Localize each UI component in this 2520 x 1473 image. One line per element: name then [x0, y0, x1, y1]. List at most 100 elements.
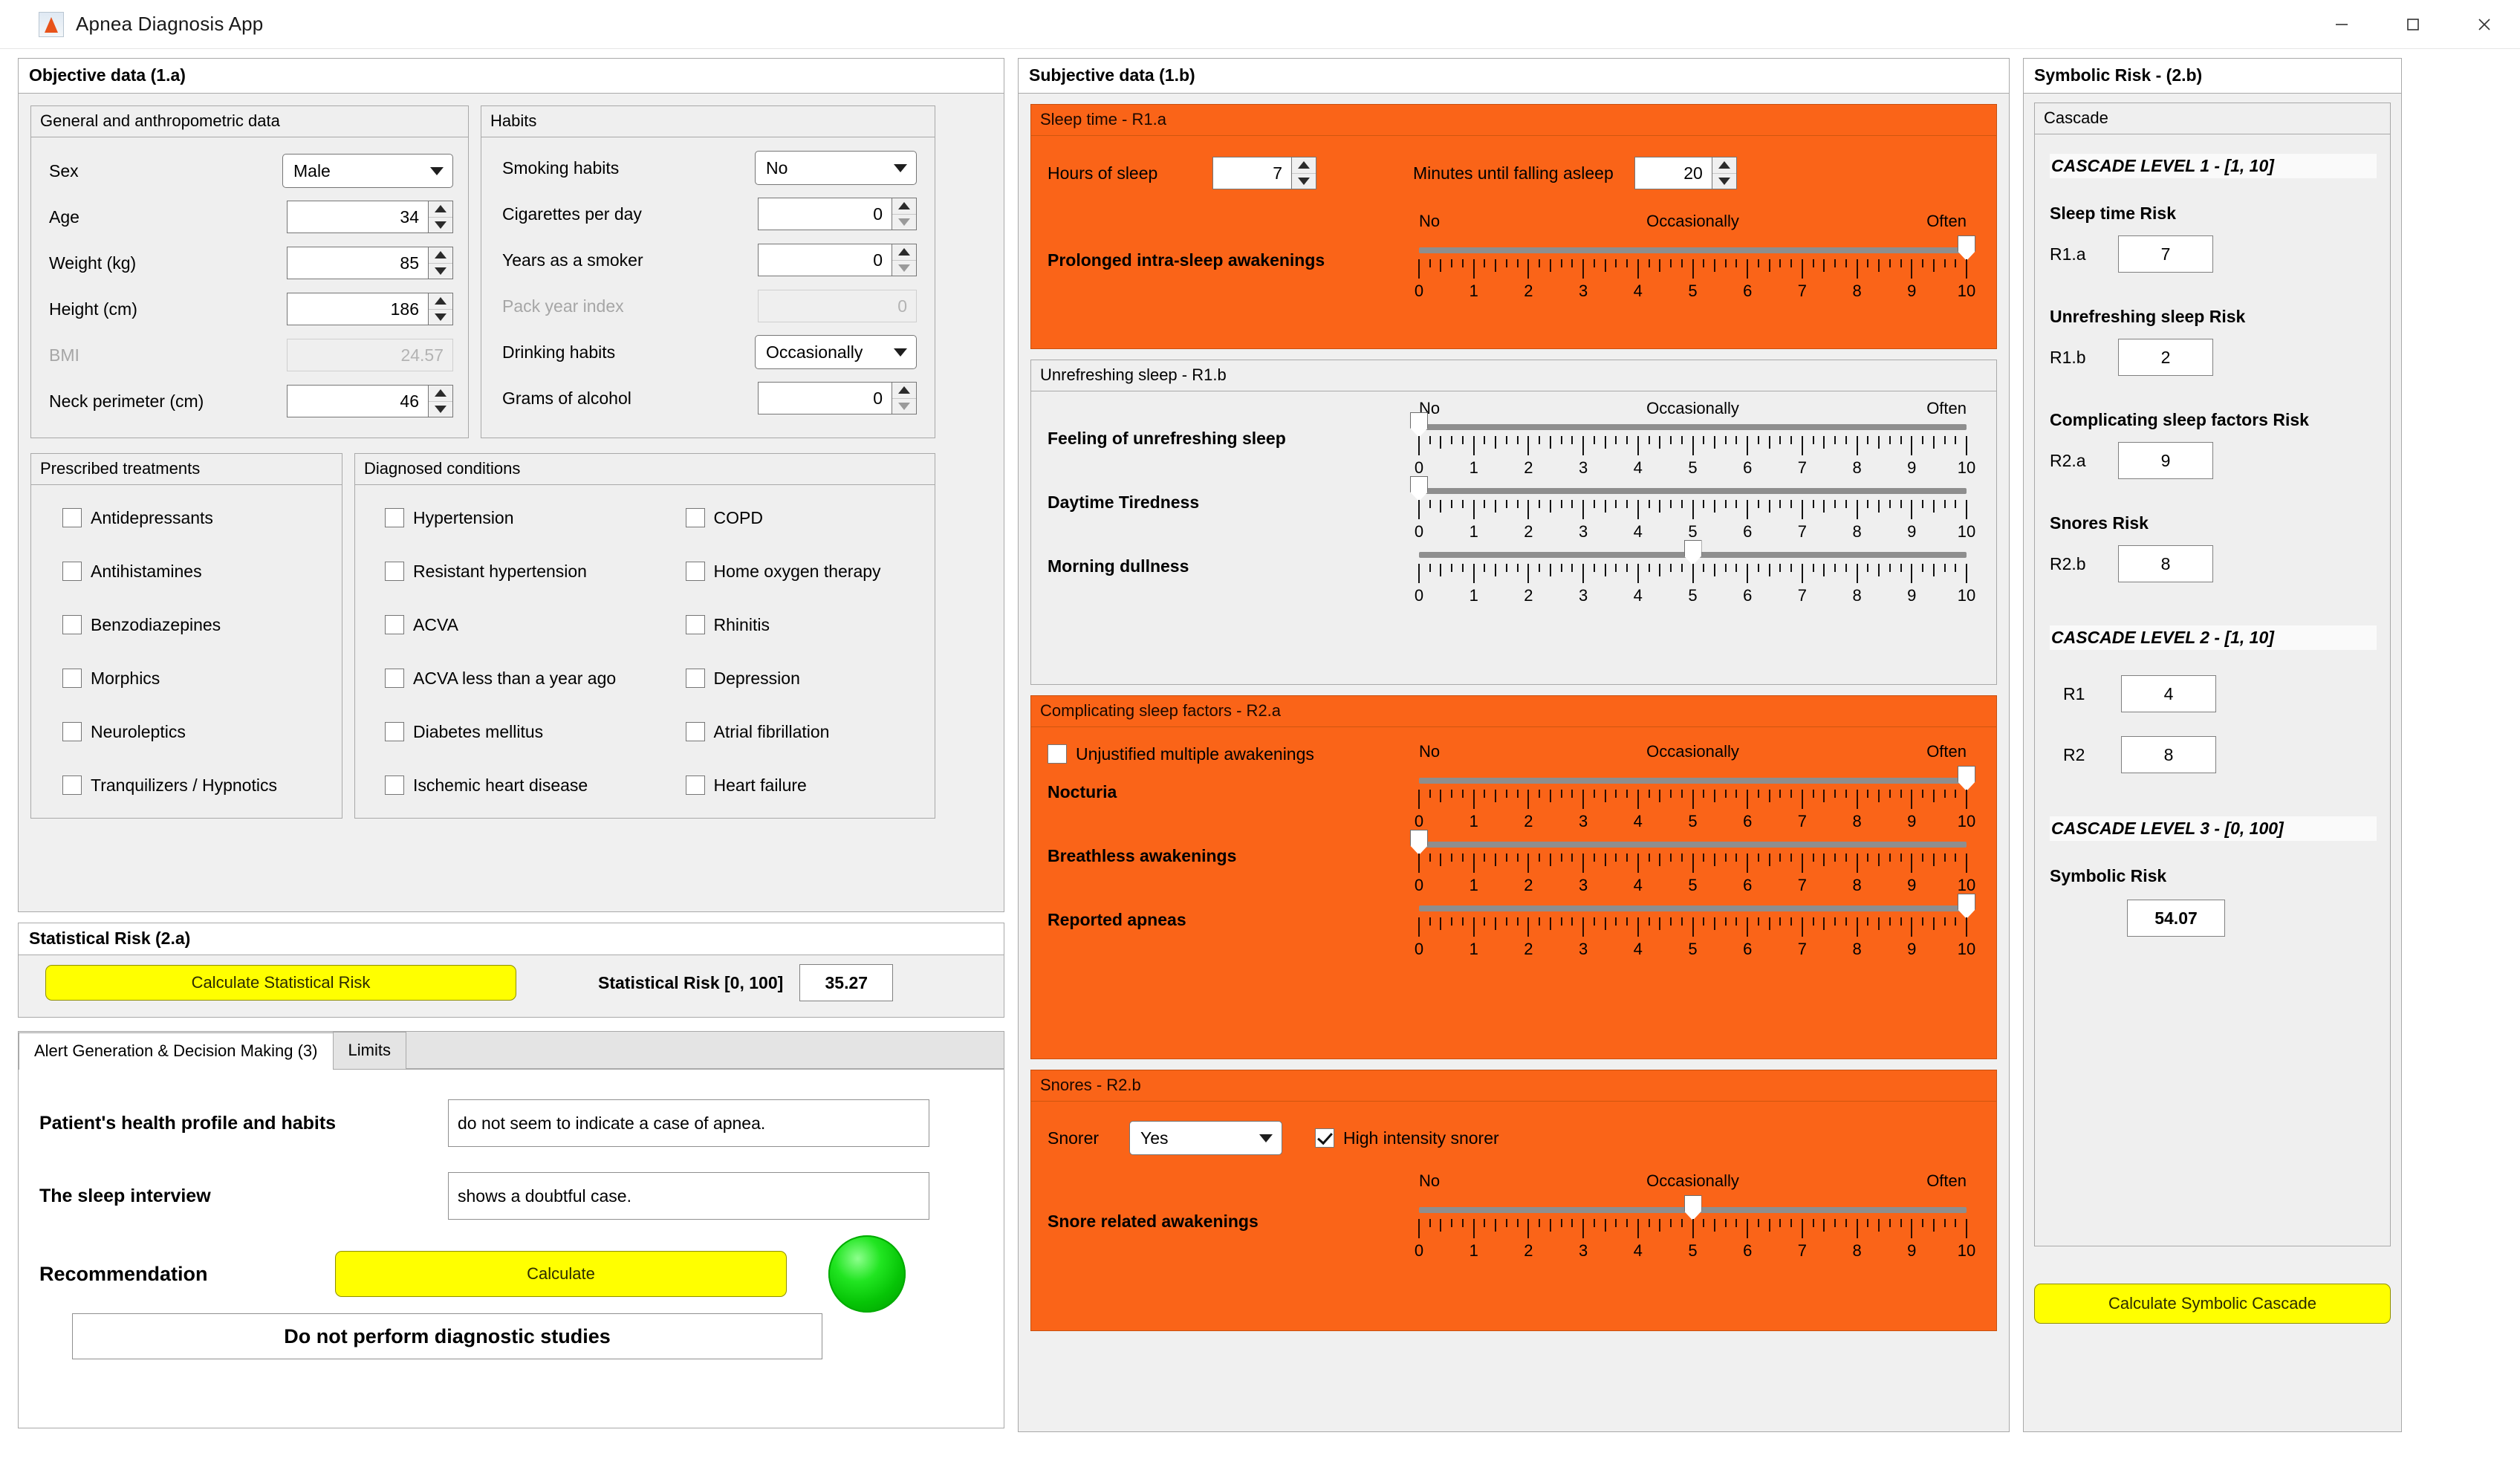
- alcohol-spinner-down[interactable]: [892, 399, 916, 414]
- checkbox-neuroleptics[interactable]: Neuroleptics: [62, 705, 342, 758]
- hours-of-sleep-spinner[interactable]: 7: [1212, 157, 1316, 189]
- neck-perimeter-spinner-up[interactable]: [429, 386, 452, 402]
- checkbox-icon[interactable]: [385, 615, 404, 634]
- checkbox-icon[interactable]: [62, 722, 82, 741]
- height-spinner-down[interactable]: [429, 310, 452, 325]
- hours-spinner-buttons[interactable]: [1291, 157, 1316, 189]
- age-spinner-buttons[interactable]: [428, 201, 453, 233]
- tab-alert-generation[interactable]: Alert Generation & Decision Making (3): [19, 1033, 334, 1070]
- minimize-icon[interactable]: [2306, 0, 2377, 49]
- checkbox-icon[interactable]: [1048, 744, 1067, 764]
- alcohol-spinner-buttons[interactable]: [892, 382, 917, 414]
- checkbox-icon[interactable]: [62, 775, 82, 795]
- alcohol-spinner-up[interactable]: [892, 383, 916, 399]
- slider-thumb[interactable]: [1958, 766, 1975, 791]
- checkbox-high-intensity-snorer[interactable]: High intensity snorer: [1315, 1128, 1499, 1148]
- minutes-until-falling-asleep-spinner[interactable]: 20: [1634, 157, 1737, 189]
- age-spinner-up[interactable]: [429, 201, 452, 218]
- slider-track[interactable]: [1419, 905, 1967, 911]
- close-icon[interactable]: [2449, 0, 2520, 49]
- maximize-icon[interactable]: [2377, 0, 2449, 49]
- checkbox-copd[interactable]: COPD: [686, 491, 935, 544]
- hours-spinner-up[interactable]: [1292, 157, 1316, 174]
- checkbox-icon[interactable]: [686, 508, 705, 527]
- checkbox-atrial-fibrillation[interactable]: Atrial fibrillation: [686, 705, 935, 758]
- checkbox-icon[interactable]: [686, 615, 705, 634]
- neck-perimeter-input[interactable]: 46: [287, 385, 428, 417]
- slider-thumb[interactable]: [1958, 894, 1975, 919]
- snorer-dropdown[interactable]: Yes: [1129, 1121, 1282, 1155]
- years-smoker-spinner-down[interactable]: [892, 261, 916, 276]
- smoking-habits-dropdown[interactable]: No: [755, 151, 917, 185]
- calculate-statistical-risk-button[interactable]: Calculate Statistical Risk: [45, 965, 516, 1001]
- cigarettes-per-day-input[interactable]: 0: [758, 198, 892, 230]
- height-input[interactable]: 186: [287, 293, 428, 325]
- neck-perimeter-spinner-down[interactable]: [429, 402, 452, 417]
- age-spinner[interactable]: 34: [287, 201, 453, 233]
- height-spinner-up[interactable]: [429, 293, 452, 310]
- years-smoker-spinner-buttons[interactable]: [892, 244, 917, 276]
- neck-perimeter-spinner-buttons[interactable]: [428, 385, 453, 417]
- minutes-spinner-up[interactable]: [1712, 157, 1736, 174]
- hours-of-sleep-input[interactable]: 7: [1212, 157, 1291, 189]
- slider-prolonged-intra-sleep-awakenings[interactable]: [1419, 247, 1967, 253]
- checkbox-icon[interactable]: [62, 562, 82, 581]
- checkbox-home-oxygen-therapy[interactable]: Home oxygen therapy: [686, 544, 935, 598]
- sex-dropdown[interactable]: Male: [282, 154, 453, 188]
- checkbox-depression[interactable]: Depression: [686, 651, 935, 705]
- checkbox-hypertension[interactable]: Hypertension: [385, 491, 686, 544]
- slider-track[interactable]: [1419, 488, 1967, 494]
- calculate-symbolic-cascade-button[interactable]: Calculate Symbolic Cascade: [2034, 1284, 2391, 1324]
- checkbox-icon[interactable]: [1315, 1128, 1334, 1148]
- checkbox-tranquilizers-hypnotics[interactable]: Tranquilizers / Hypnotics: [62, 758, 342, 812]
- checkbox-rhinitis[interactable]: Rhinitis: [686, 598, 935, 651]
- slider-morning-dullness[interactable]: [1419, 552, 1967, 558]
- slider-track[interactable]: [1419, 778, 1967, 784]
- weight-spinner-up[interactable]: [429, 247, 452, 264]
- slider-feeling-of-unrefreshing-sleep[interactable]: [1419, 424, 1967, 430]
- slider-track[interactable]: [1419, 424, 1967, 430]
- slider-thumb[interactable]: [1958, 235, 1975, 261]
- checkbox-icon[interactable]: [686, 722, 705, 741]
- checkbox-icon[interactable]: [686, 669, 705, 688]
- grams-of-alcohol-spinner[interactable]: 0: [758, 382, 917, 414]
- height-spinner-buttons[interactable]: [428, 293, 453, 325]
- checkbox-icon[interactable]: [385, 562, 404, 581]
- checkbox-antihistamines[interactable]: Antihistamines: [62, 544, 342, 598]
- checkbox-icon[interactable]: [385, 722, 404, 741]
- checkbox-acva[interactable]: ACVA: [385, 598, 686, 651]
- slider-nocturia[interactable]: [1419, 778, 1967, 784]
- checkbox-heart-failure[interactable]: Heart failure: [686, 758, 935, 812]
- checkbox-icon[interactable]: [62, 508, 82, 527]
- weight-spinner[interactable]: 85: [287, 247, 453, 279]
- checkbox-acva-less-than-year[interactable]: ACVA less than a year ago: [385, 651, 686, 705]
- slider-daytime-tiredness[interactable]: [1419, 488, 1967, 494]
- minutes-input[interactable]: 20: [1634, 157, 1712, 189]
- checkbox-unjustified-multiple-awakenings[interactable]: Unjustified multiple awakenings: [1048, 735, 1419, 773]
- weight-spinner-down[interactable]: [429, 264, 452, 279]
- slider-thumb[interactable]: [1684, 1195, 1702, 1220]
- height-spinner[interactable]: 186: [287, 293, 453, 325]
- checkbox-icon[interactable]: [385, 508, 404, 527]
- calculate-recommendation-button[interactable]: Calculate: [335, 1251, 787, 1297]
- checkbox-morphics[interactable]: Morphics: [62, 651, 342, 705]
- years-as-smoker-input[interactable]: 0: [758, 244, 892, 276]
- checkbox-icon[interactable]: [62, 669, 82, 688]
- years-smoker-spinner-up[interactable]: [892, 244, 916, 261]
- checkbox-icon[interactable]: [385, 669, 404, 688]
- slider-reported-apneas[interactable]: [1419, 905, 1967, 911]
- checkbox-icon[interactable]: [62, 615, 82, 634]
- checkbox-ischemic-heart-disease[interactable]: Ischemic heart disease: [385, 758, 686, 812]
- slider-snore-related-awakenings[interactable]: [1419, 1207, 1967, 1213]
- checkbox-icon[interactable]: [385, 775, 404, 795]
- checkbox-icon[interactable]: [686, 562, 705, 581]
- checkbox-antidepressants[interactable]: Antidepressants: [62, 491, 342, 544]
- tab-limits[interactable]: Limits: [333, 1032, 406, 1069]
- weight-spinner-buttons[interactable]: [428, 247, 453, 279]
- checkbox-resistant-hypertension[interactable]: Resistant hypertension: [385, 544, 686, 598]
- cigarettes-spinner-buttons[interactable]: [892, 198, 917, 230]
- minutes-spinner-down[interactable]: [1712, 174, 1736, 189]
- cigarettes-spinner-up[interactable]: [892, 198, 916, 215]
- minutes-spinner-buttons[interactable]: [1712, 157, 1737, 189]
- slider-track[interactable]: [1419, 842, 1967, 848]
